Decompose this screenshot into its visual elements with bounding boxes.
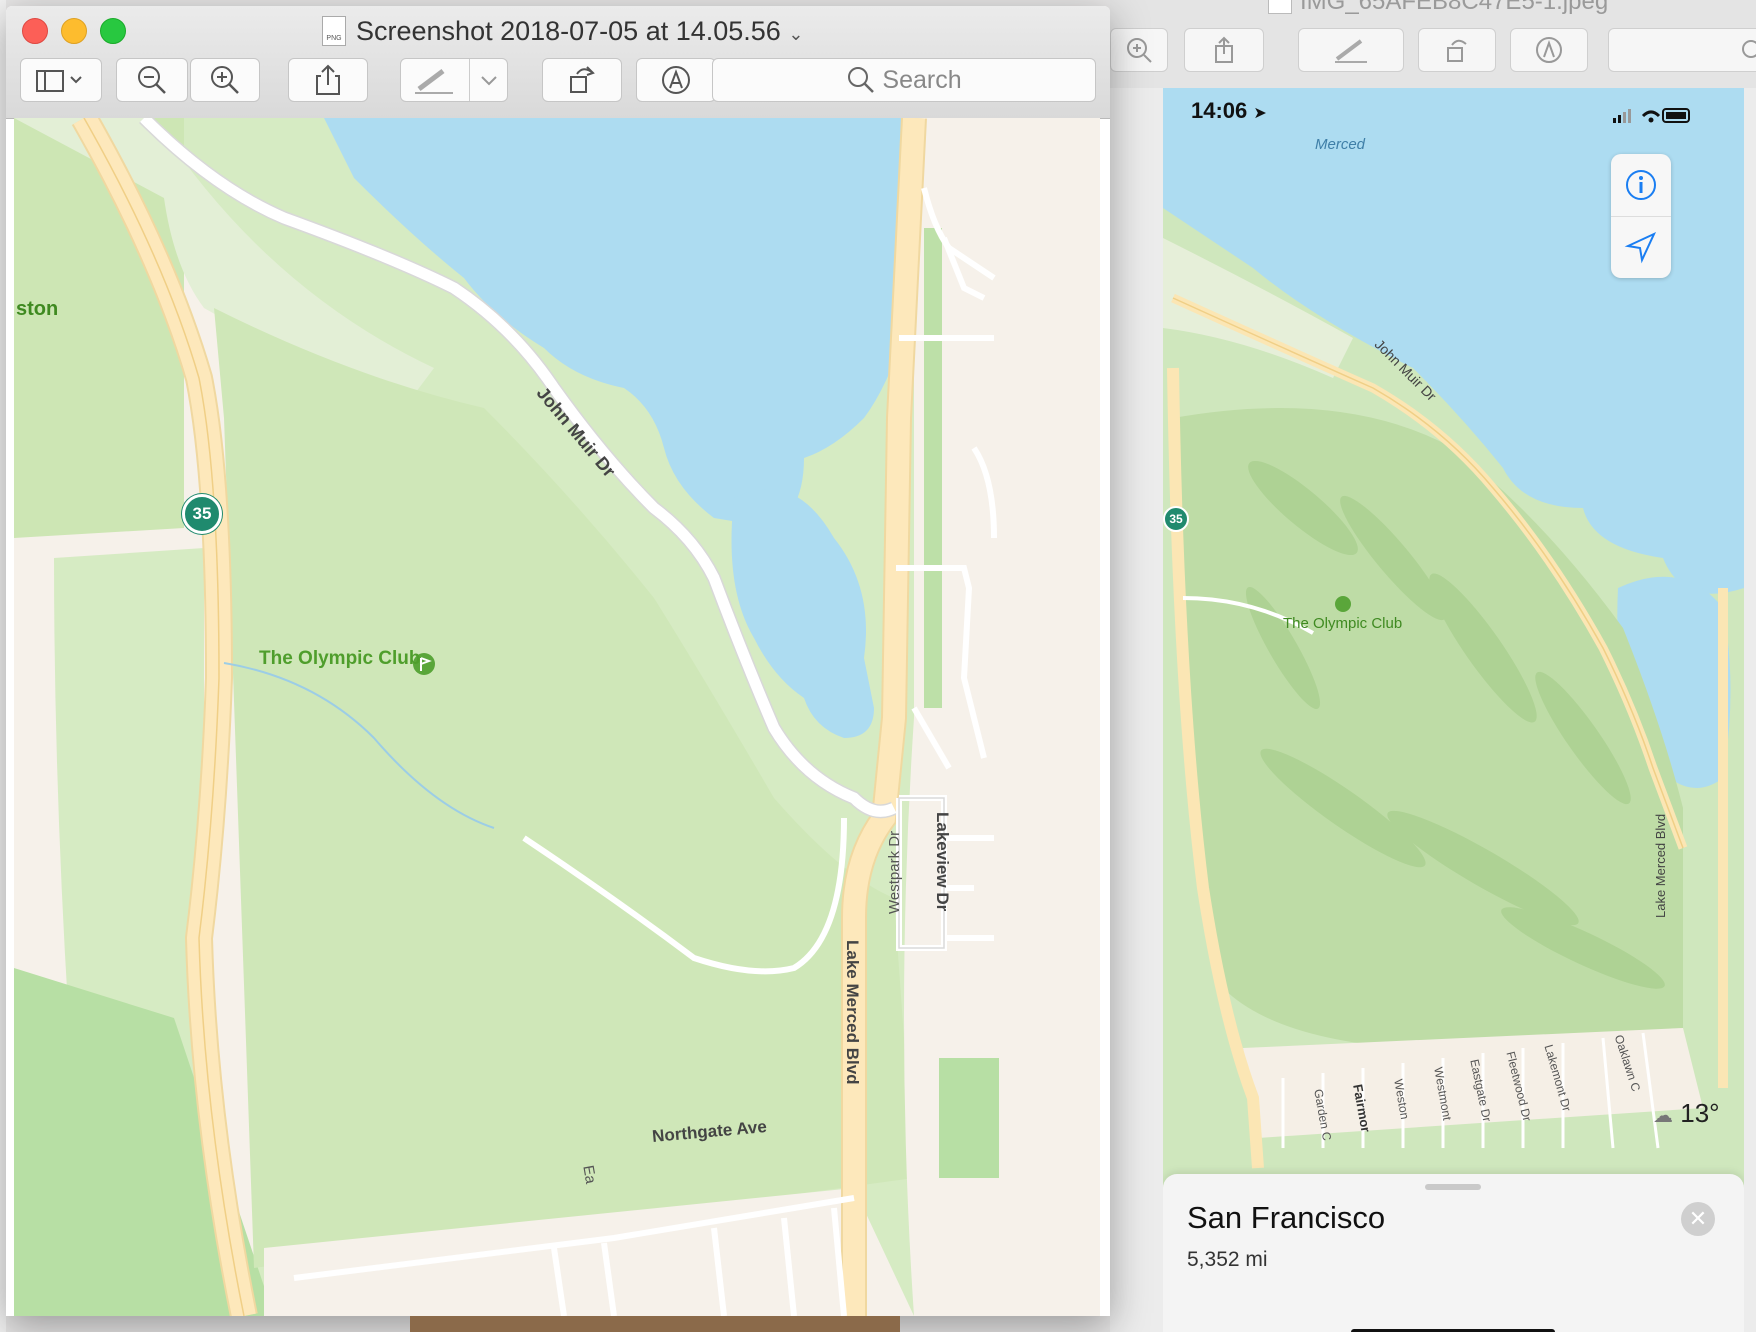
card-title: San Francisco: [1187, 1200, 1386, 1235]
bg-share-button[interactable]: [1184, 28, 1264, 72]
annotate-icon: [1536, 37, 1562, 63]
place-card[interactable]: San Francisco 5,352 mi ✕: [1163, 1174, 1744, 1332]
window-title-text: Screenshot 2018-07-05 at 14.05.56: [356, 16, 781, 46]
sidebar-button[interactable]: [20, 58, 102, 102]
olympic-club-label: The Olympic Club: [259, 648, 421, 669]
zoom-out-button[interactable]: [116, 58, 188, 102]
bg-rotate-button[interactable]: [1418, 28, 1496, 72]
golf-icon: [1335, 596, 1351, 612]
info-button[interactable]: [1611, 154, 1671, 217]
bg-zoom-in-button[interactable]: [1110, 28, 1168, 72]
rotate-icon: [570, 66, 595, 93]
location-arrow-icon: ➤: [1253, 103, 1267, 122]
png-file-icon: PNG: [322, 16, 346, 46]
partial-street-label: Ea: [579, 1164, 600, 1186]
partial-place-label: ston: [16, 298, 59, 320]
minimize-window-button[interactable]: [61, 18, 87, 44]
zoom-window-button[interactable]: [100, 18, 126, 44]
bg-markup-button[interactable]: [1298, 28, 1404, 72]
rotate-icon: [1447, 39, 1467, 62]
share-icon: [316, 64, 340, 95]
bg-annotate-button[interactable]: [1510, 28, 1588, 72]
search-icon: [1742, 40, 1756, 58]
highway-35-shield: 35: [182, 494, 222, 534]
background-window-title: IMG_65AFEB8C47E5-1.jpeg: [1300, 0, 1609, 15]
pen-icon: [1335, 39, 1367, 63]
close-window-button[interactable]: [22, 18, 48, 44]
close-icon: ✕: [1688, 1207, 1708, 1232]
annotate-icon: [662, 66, 690, 94]
bg-search-field[interactable]: [1608, 28, 1756, 72]
jpeg-file-icon: [1268, 0, 1292, 14]
locate-button[interactable]: [1611, 216, 1671, 278]
zoom-out-icon: [138, 66, 166, 94]
cloud-icon: ☁: [1653, 1103, 1673, 1127]
lakeview-label: Lakeview Dr: [933, 812, 952, 912]
sidebar-icon: [36, 70, 82, 92]
search-icon: [848, 67, 875, 93]
olympic-club-label: The Olympic Club: [1283, 615, 1403, 632]
map-image: ston 35 John Muir Dr The Olympic Club La…: [14, 118, 1100, 1316]
chevron-down-icon: [481, 76, 497, 86]
desktop-background: [410, 1316, 900, 1332]
info-icon: [1626, 170, 1656, 200]
map-controls: [1611, 154, 1671, 278]
zoom-in-icon: [1127, 38, 1152, 63]
window-title[interactable]: Screenshot 2018-07-05 at 14.05.56 ⌄: [356, 16, 803, 47]
chevron-down-icon: ⌄: [788, 24, 804, 45]
title-bar: PNG Screenshot 2018-07-05 at 14.05.56 ⌄ …: [6, 6, 1110, 119]
share-button[interactable]: [288, 58, 368, 102]
map-drawing: [14, 118, 1100, 1316]
card-distance: 5,352 mi: [1187, 1248, 1268, 1271]
merced-label: Merced: [1315, 136, 1366, 153]
share-icon: [1215, 36, 1233, 63]
westpark-label: Westpark Dr: [886, 830, 903, 914]
rotate-button[interactable]: [542, 58, 622, 102]
search-field[interactable]: Search: [712, 58, 1096, 102]
weather: ☁ 13°: [1653, 1098, 1720, 1128]
lake-merced-blvd-label: Lake Merced Blvd: [843, 940, 862, 1085]
zoom-in-button[interactable]: [190, 58, 260, 102]
close-button[interactable]: ✕: [1681, 1202, 1715, 1236]
status-time: 14:06 ➤: [1191, 98, 1267, 123]
zoom-in-icon: [211, 66, 239, 94]
highway-35-shield: 35: [1163, 506, 1189, 532]
annotate-button[interactable]: [636, 58, 716, 102]
split-divider: [469, 59, 470, 101]
phone-map-screenshot: 14:06 ➤ Merced John Muir Dr 35 The Olymp…: [1163, 88, 1744, 1332]
preview-window[interactable]: PNG Screenshot 2018-07-05 at 14.05.56 ⌄ …: [6, 6, 1110, 1316]
markup-toolbar-button[interactable]: [400, 58, 508, 102]
lake-merced-blvd-label: Lake Merced Blvd: [1653, 813, 1668, 918]
location-arrow-icon: [1624, 231, 1657, 264]
search-placeholder: Search: [882, 65, 962, 94]
signal-wifi-battery-icon: [1613, 108, 1690, 123]
status-icons: [1613, 106, 1693, 131]
drag-handle[interactable]: [1425, 1184, 1481, 1190]
pen-icon: [415, 69, 453, 94]
